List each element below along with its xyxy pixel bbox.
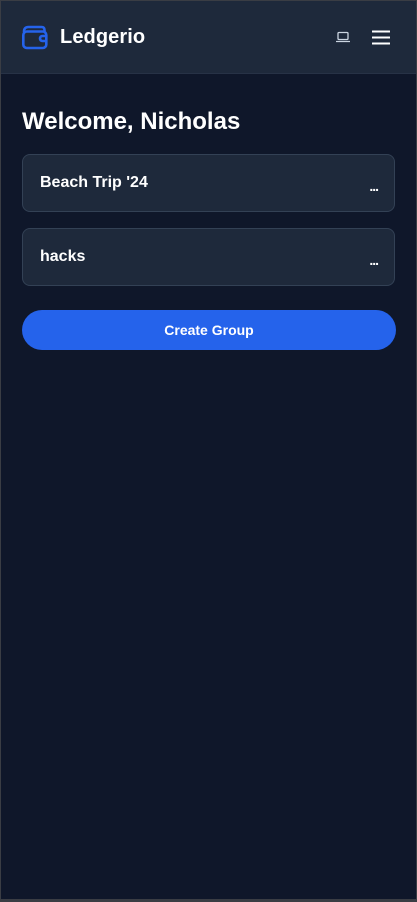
page-title: Welcome, Nicholas	[22, 108, 241, 135]
laptop-icon	[336, 31, 350, 43]
brand-name: Ledgerio	[60, 25, 146, 48]
header-actions	[336, 30, 390, 45]
hamburger-menu-icon	[372, 30, 390, 45]
top-nav: Ledgerio	[1, 1, 416, 74]
group-options-button[interactable]: ...	[369, 247, 379, 267]
create-group-button[interactable]: Create Group	[22, 310, 396, 350]
group-card[interactable]: Beach Trip '24 ...	[22, 154, 395, 212]
app-frame: Ledgerio Welcome, Nicholas Beach Trip '2…	[1, 1, 416, 899]
group-options-button[interactable]: ...	[369, 173, 379, 193]
menu-button[interactable]	[372, 30, 390, 45]
wallet-icon	[20, 22, 50, 52]
group-name: hacks	[40, 248, 86, 265]
brand[interactable]: Ledgerio	[20, 22, 145, 52]
group-name: Beach Trip '24	[40, 174, 148, 191]
main-content: Welcome, Nicholas Beach Trip '24 ... hac…	[1, 74, 416, 350]
laptop-button[interactable]	[336, 31, 350, 43]
group-card[interactable]: hacks ...	[22, 228, 395, 286]
